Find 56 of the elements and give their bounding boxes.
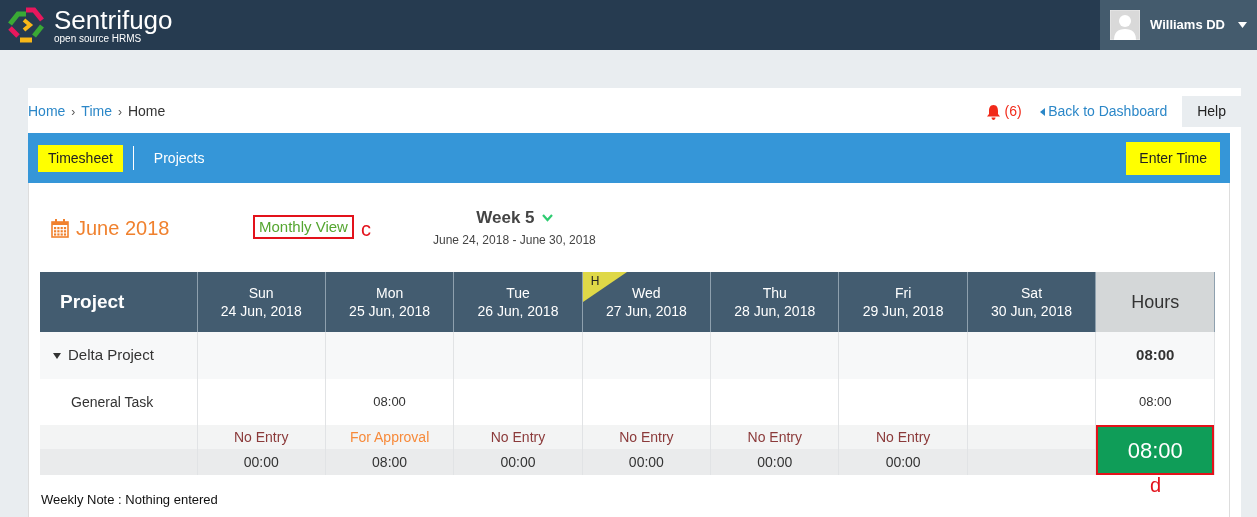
breadcrumb-separator: ›	[71, 103, 76, 121]
column-header: Mon 25 Jun, 2018	[325, 272, 454, 332]
annotation-letter: d	[1149, 474, 1162, 496]
weekly-note: Weekly Note : Nothing entered	[40, 491, 219, 509]
annotation-letter: c	[360, 219, 371, 239]
month-label: June 2018	[76, 216, 170, 241]
day-total: 00:00	[453, 449, 583, 475]
grand-total: 08:00	[1096, 425, 1215, 475]
week-range: June 24, 2018 - June 30, 2018	[433, 231, 596, 249]
week-label: Week 5	[476, 207, 535, 229]
day-total: 08:00	[325, 449, 454, 475]
tab[interactable]: Projects	[143, 144, 215, 172]
caret-icon	[1238, 22, 1247, 28]
day-total: 00:00	[582, 449, 711, 475]
column-header: Sat 30 Jun, 2018	[967, 272, 1096, 332]
tab[interactable]: Timesheet	[38, 144, 123, 172]
day-total: 00:00	[197, 449, 326, 475]
task-total: 08:00	[1095, 379, 1215, 425]
day-total: 00:00	[838, 449, 968, 475]
project-total: 08:00	[1095, 332, 1215, 379]
help-button[interactable]: Help	[1182, 96, 1241, 127]
caret-down-icon[interactable]	[53, 351, 61, 360]
column-header: Thu 28 Jun, 2018	[710, 272, 839, 332]
column-header: Tue 26 Jun, 2018	[453, 272, 583, 332]
back-link[interactable]: Back to Dashboard	[1039, 101, 1168, 122]
brand-name: Sentrifugo	[54, 6, 173, 33]
breadcrumb-link[interactable]: Home	[28, 101, 66, 122]
breadcrumb-separator: ›	[117, 103, 122, 121]
day-total: 00:00	[710, 449, 839, 475]
monthly-view-link[interactable]: Monthly View	[253, 215, 354, 239]
hours-cell: 08:00	[325, 379, 454, 425]
avatar-icon	[1110, 10, 1140, 40]
calendar-icon	[51, 218, 69, 238]
status-cell: No Entry	[453, 425, 583, 449]
bell-icon	[986, 103, 1001, 120]
column-header: Wed 27 Jun, 2018	[604, 284, 688, 320]
user-menu[interactable]: Williams DD	[1100, 0, 1257, 50]
status-cell: For Approval	[325, 425, 454, 449]
task-name: General Task	[40, 379, 197, 425]
brand-tagline: open source HRMS	[54, 33, 142, 44]
status-cell: No Entry	[197, 425, 326, 449]
status-cell: No Entry	[838, 425, 968, 449]
notification-count[interactable]: (6)	[1004, 101, 1022, 122]
caret-left-icon	[1039, 107, 1045, 116]
logo-icon	[6, 6, 46, 44]
column-header: Project	[40, 272, 197, 332]
enter-time-button[interactable]: Enter Time	[1126, 141, 1220, 175]
holiday-label: H	[590, 274, 600, 288]
column-header: Fri 29 Jun, 2018	[838, 272, 968, 332]
status-cell: No Entry	[582, 425, 711, 449]
status-cell: No Entry	[710, 425, 839, 449]
column-header: Hours	[1095, 272, 1215, 332]
breadcrumb-current: Home	[127, 102, 166, 121]
breadcrumb-link[interactable]: Time	[81, 101, 112, 122]
column-header: Sun 24 Jun, 2018	[197, 272, 326, 332]
project-name: Delta Project	[68, 345, 154, 366]
